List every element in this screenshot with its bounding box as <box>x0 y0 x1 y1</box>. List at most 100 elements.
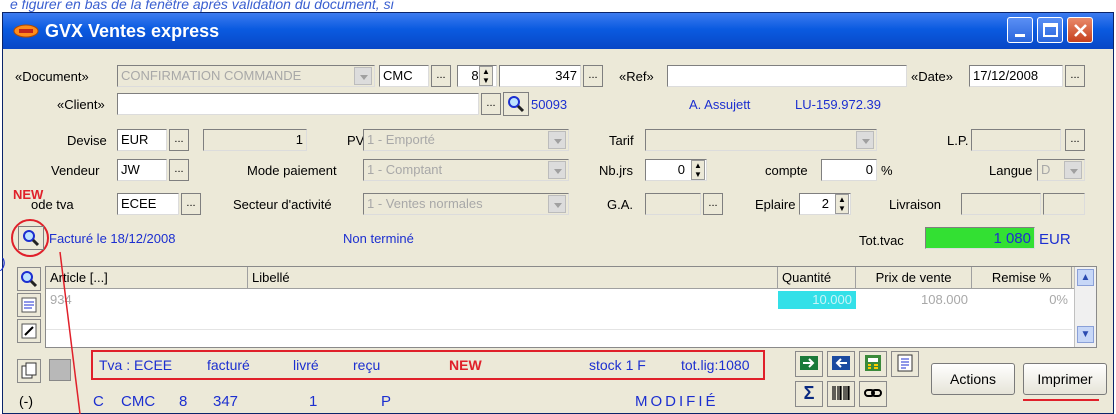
chevron-down-icon[interactable] <box>1064 161 1082 179</box>
bottom-series: 8 <box>179 393 188 410</box>
langue-label: Langue <box>989 163 1033 178</box>
date-picker-button[interactable]: ... <box>1065 65 1085 87</box>
doc-number-field[interactable]: 347 <box>499 65 581 87</box>
document-type-select[interactable]: CONFIRMATION COMMANDE <box>117 65 375 87</box>
actions-button[interactable]: Actions <box>931 363 1015 395</box>
client-search-button[interactable] <box>503 92 529 116</box>
doc-code-field[interactable]: CMC <box>379 65 429 87</box>
pencil-icon <box>21 323 37 339</box>
doc-number-browse-button[interactable]: ... <box>583 65 603 87</box>
lp-label: L.P. <box>947 133 969 148</box>
nbjrs-value: 0 <box>677 162 685 177</box>
export-button[interactable] <box>827 351 855 377</box>
nbjrs-spinner[interactable]: ▲ ▼ <box>691 160 705 180</box>
cell-prix[interactable]: 108.000 <box>856 291 972 309</box>
vendeur-label: Vendeur <box>51 163 100 178</box>
livraison-extra-field[interactable] <box>1043 193 1085 215</box>
text-lines-icon <box>21 297 37 313</box>
maximize-button[interactable] <box>1037 17 1063 43</box>
devise-browse-button[interactable]: ... <box>169 129 189 151</box>
code-tva-browse-button[interactable]: ... <box>181 193 201 215</box>
percent-sign: % <box>881 163 893 178</box>
devise-field[interactable]: EUR <box>117 129 167 151</box>
doc-series-value: 8 <box>471 68 479 83</box>
title-bar[interactable]: GVX Ventes express <box>3 13 1113 49</box>
scroll-up-icon[interactable]: ▲ <box>1077 269 1094 286</box>
bottom-one: 1 <box>309 393 318 410</box>
copy-icon <box>21 362 37 379</box>
document-label: «Document» <box>15 69 89 84</box>
grid-header: Article [...] Libellé Quantité Prix de v… <box>46 267 1096 289</box>
ga-browse-button[interactable]: ... <box>703 193 723 215</box>
column-prix[interactable]: Prix de vente <box>856 267 972 289</box>
client-browse-button[interactable]: ... <box>481 93 501 115</box>
link-icon <box>864 389 882 397</box>
notes-button[interactable] <box>891 351 919 377</box>
devise-rate: 1 <box>203 129 307 151</box>
scroll-down-icon[interactable]: ▼ <box>1077 326 1094 343</box>
grid-edit-button[interactable] <box>17 319 41 343</box>
column-remise[interactable]: Remise % <box>972 267 1072 289</box>
nbjrs-label: Nb.jrs <box>599 163 633 178</box>
barcode-button[interactable] <box>827 381 855 407</box>
vendeur-browse-button[interactable]: ... <box>169 159 189 181</box>
top-annotation-text: e figurer en bas de la fenêtre après val… <box>10 0 394 12</box>
document-copy-button[interactable] <box>17 359 41 383</box>
vat-number: LU-159.972.39 <box>795 97 882 112</box>
chevron-down-icon[interactable] <box>548 131 566 149</box>
imprimer-button[interactable]: Imprimer <box>1023 363 1107 395</box>
bottom-number: 347 <box>213 393 239 410</box>
left-edge-marker: ) <box>1 255 6 271</box>
cell-article[interactable]: 934 <box>46 291 248 309</box>
mode-paiement-select[interactable]: 1 - Comptant <box>363 159 569 181</box>
eplaire-spinner[interactable]: ▲ ▼ <box>835 194 849 214</box>
notes-icon <box>897 354 913 372</box>
link-button[interactable] <box>859 381 887 407</box>
compte-field[interactable]: 0 <box>821 159 877 181</box>
cell-libelle[interactable] <box>248 291 778 309</box>
chevron-down-icon[interactable] <box>548 195 566 213</box>
livraison-label: Livraison <box>889 197 942 212</box>
grid-search-button[interactable] <box>17 267 41 291</box>
chevron-down-icon[interactable] <box>354 67 372 85</box>
close-button[interactable] <box>1067 17 1093 43</box>
pv-label: PV <box>347 133 365 148</box>
row-divider <box>46 329 1072 330</box>
secteur-select[interactable]: 1 - Ventes normales <box>363 193 569 215</box>
search-icon <box>508 96 525 113</box>
status-new: NEW <box>449 357 482 373</box>
lp-browse-button[interactable]: ... <box>1065 129 1085 151</box>
total-label: Tot.tvac <box>859 233 904 248</box>
grid-scrollbar[interactable]: ▲ ▼ <box>1074 267 1096 347</box>
code-tva-label: ode tva <box>31 197 74 212</box>
window-title: GVX Ventes express <box>45 21 220 41</box>
chevron-down-icon[interactable] <box>548 161 566 179</box>
lp-field[interactable] <box>971 129 1061 151</box>
grid-text-button[interactable] <box>17 293 41 317</box>
history-search-button[interactable] <box>18 226 44 250</box>
cell-remise[interactable]: 0% <box>972 291 1072 309</box>
ga-field[interactable] <box>645 193 701 215</box>
pv-select[interactable]: 1 - Emporté <box>363 129 569 151</box>
column-article[interactable]: Article [...] <box>46 267 248 289</box>
sum-button[interactable]: Σ <box>795 381 823 407</box>
cell-quantite[interactable]: 10.000 <box>778 291 856 309</box>
column-quantite[interactable]: Quantité <box>778 267 856 289</box>
code-tva-field[interactable]: ECEE <box>117 193 179 215</box>
total-value: 1 080 <box>925 227 1035 249</box>
ref-input[interactable] <box>667 65 907 87</box>
livraison-field[interactable] <box>961 193 1041 215</box>
import-button[interactable] <box>795 351 823 377</box>
column-libelle[interactable]: Libellé <box>248 267 778 289</box>
minimize-icon <box>1015 34 1025 37</box>
date-field[interactable]: 17/12/2008 <box>969 65 1063 87</box>
chevron-down-icon[interactable] <box>856 131 874 149</box>
minimize-button[interactable] <box>1007 17 1033 43</box>
tarif-select[interactable] <box>645 129 877 151</box>
doc-code-browse-button[interactable]: ... <box>431 65 451 87</box>
vendeur-field[interactable]: JW <box>117 159 167 181</box>
client-input[interactable] <box>117 93 479 115</box>
doc-series-spinner[interactable]: ▲ ▼ <box>479 66 493 86</box>
calculator-button[interactable] <box>859 351 887 377</box>
status-facture: facturé <box>207 357 250 373</box>
